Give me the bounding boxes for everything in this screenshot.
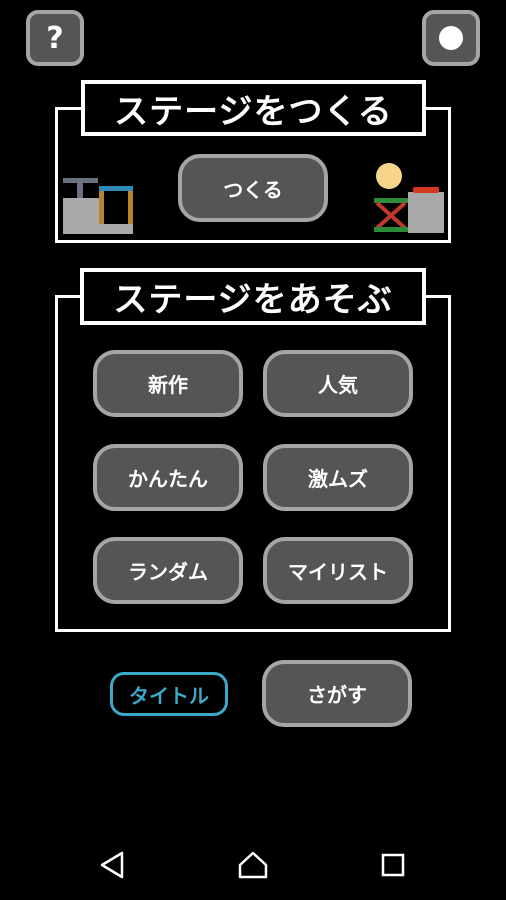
question-mark-icon: ? <box>46 20 64 56</box>
my-list-button[interactable]: マイリスト <box>263 537 413 604</box>
play-stage-title: ステージをあそぶ <box>80 268 426 325</box>
hard-stages-button[interactable]: 激ムズ <box>263 444 413 511</box>
help-button[interactable]: ? <box>26 10 84 66</box>
record-dot-icon <box>439 26 463 50</box>
back-triangle-icon[interactable] <box>98 850 128 880</box>
popular-stages-button[interactable]: 人気 <box>263 350 413 417</box>
random-stages-button[interactable]: ランダム <box>93 537 243 604</box>
record-button[interactable] <box>422 10 480 66</box>
home-icon[interactable] <box>238 850 268 880</box>
character-illustration <box>374 163 444 233</box>
easy-stages-button[interactable]: かんたん <box>93 444 243 511</box>
make-stage-title: ステージをつくる <box>81 80 426 136</box>
create-button[interactable]: つくる <box>178 154 328 222</box>
search-button[interactable]: さがす <box>262 660 412 727</box>
title-screen-button[interactable]: タイトル <box>110 672 228 716</box>
new-stages-button[interactable]: 新作 <box>93 350 243 417</box>
stage-blocks-illustration <box>63 178 133 234</box>
system-navigation-bar <box>0 830 506 900</box>
recent-apps-icon[interactable] <box>378 850 408 880</box>
